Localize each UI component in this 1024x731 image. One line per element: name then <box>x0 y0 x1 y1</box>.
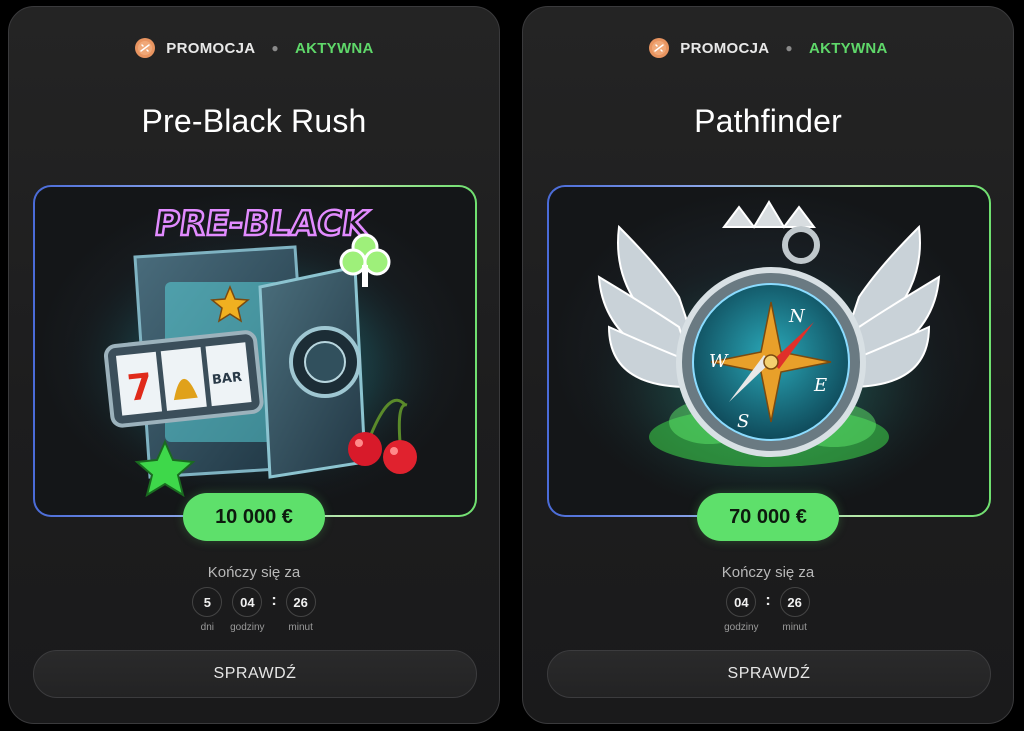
timer-hours: 04 godziny <box>230 587 265 633</box>
promo-image-pre-black: PRE-BLACK 7 BAR <box>35 187 475 515</box>
promo-card-pre-black-rush: PROMOCJA ● AKTYWNA Pre-Black Rush PRE-BL… <box>8 6 500 724</box>
check-button[interactable]: SPRAWDŹ <box>33 650 477 698</box>
timer-hours-label: godziny <box>230 622 265 633</box>
reel-bar-text: BAR <box>211 370 242 388</box>
timer-hours-label: godziny <box>724 622 759 633</box>
separator-dot-icon: ● <box>785 41 793 55</box>
ends-in-label: Kończy się za <box>721 564 815 581</box>
timer-hours: 04 godziny <box>724 587 759 633</box>
prize-amount-badge: 70 000 € <box>697 493 839 541</box>
timer-days-label: dni <box>200 622 214 633</box>
compass-s-label: S <box>737 411 749 432</box>
promo-card-pathfinder: PROMOCJA ● AKTYWNA Pathfinder N E S W 70… <box>522 6 1014 724</box>
ends-in-label: Kończy się za <box>207 564 301 581</box>
promo-header: PROMOCJA ● AKTYWNA <box>523 37 1013 59</box>
promo-title: Pathfinder <box>694 103 842 139</box>
timer-minutes-value: 26 <box>285 587 316 617</box>
status-badge: AKTYWNA <box>808 39 888 57</box>
timer-colon: : <box>271 592 277 609</box>
check-button[interactable]: SPRAWDŹ <box>547 650 991 698</box>
promo-badge-label: PROMOCJA <box>680 39 770 57</box>
promo-header: PROMOCJA ● AKTYWNA <box>9 37 499 59</box>
prize-amount-badge: 10 000 € <box>183 493 325 541</box>
timer-minutes: 26 minut <box>779 587 811 633</box>
art-neon-text: PRE-BLACK <box>152 204 373 244</box>
promo-image-frame[interactable]: PRE-BLACK 7 BAR <box>33 185 477 517</box>
separator-dot-icon: ● <box>271 41 279 55</box>
countdown-timer: 04 godziny : 26 minut <box>523 587 1013 633</box>
compass-w-label: W <box>709 351 729 372</box>
countdown-timer: 5 dni 04 godziny : 26 minut <box>9 587 499 633</box>
timer-hours-value: 04 <box>232 587 263 617</box>
status-badge: AKTYWNA <box>294 39 374 57</box>
promo-title: Pre-Black Rush <box>141 103 367 139</box>
promo-image-pathfinder: N E S W <box>549 187 989 515</box>
promo-badge-icon <box>648 37 670 59</box>
timer-minutes-label: minut <box>288 622 313 633</box>
svg-text:7: 7 <box>125 366 154 409</box>
compass-n-label: N <box>788 306 806 327</box>
promo-image-frame[interactable]: N E S W <box>547 185 991 517</box>
compass-e-label: E <box>813 375 827 396</box>
timer-colon: : <box>765 592 771 609</box>
timer-hours-value: 04 <box>726 587 757 617</box>
promo-badge-label: PROMOCJA <box>166 39 256 57</box>
timer-days-value: 5 <box>192 587 223 617</box>
timer-minutes-value: 26 <box>779 587 810 617</box>
timer-minutes: 26 minut <box>285 587 317 633</box>
timer-minutes-label: minut <box>782 622 807 633</box>
promo-badge-icon <box>134 37 156 59</box>
timer-days: 5 dni <box>191 587 223 633</box>
